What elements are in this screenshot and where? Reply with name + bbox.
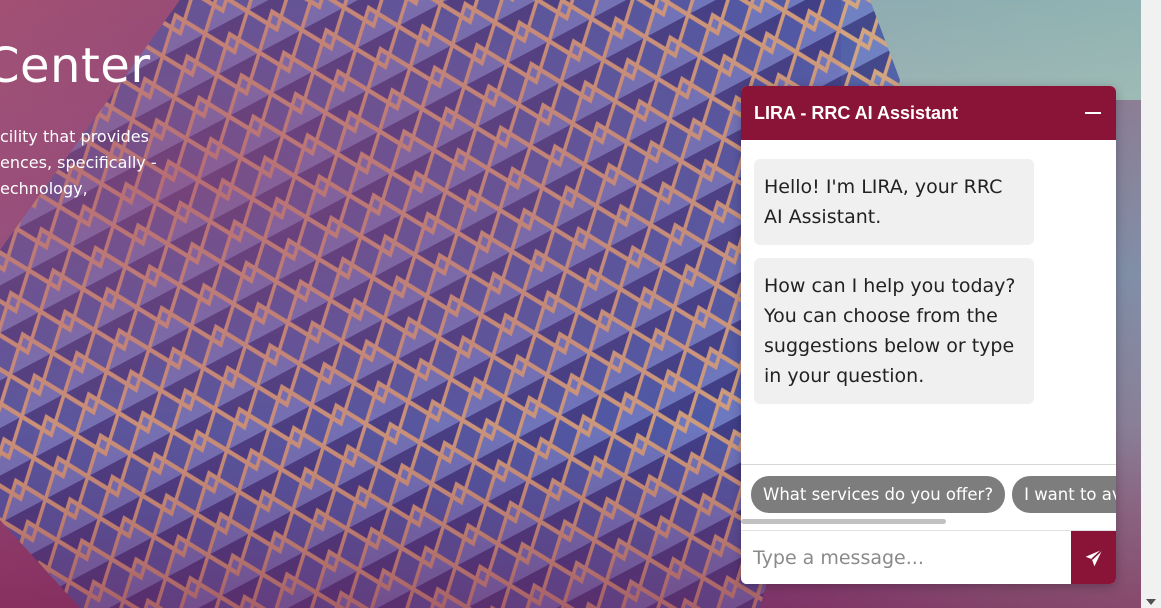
chat-widget: LIRA - RRC AI Assistant Hello! I'm LIRA,…	[741, 86, 1116, 584]
message-input[interactable]	[741, 531, 1071, 584]
hero-line: ences, specifically -	[0, 153, 157, 172]
hero-line: cility that provides	[0, 127, 149, 146]
suggestion-list: What services do you offer?I want to ava…	[751, 476, 1116, 513]
chat-title: LIRA - RRC AI Assistant	[754, 102, 959, 123]
chat-header: LIRA - RRC AI Assistant	[741, 86, 1116, 140]
suggestion-chip[interactable]: I want to avai	[1012, 476, 1116, 513]
chat-messages[interactable]: Hello! I'm LIRA, your RRC AI Assistant. …	[741, 140, 1116, 464]
hero-description: cility that provides ences, specifically…	[0, 124, 170, 202]
scroll-down-arrow-icon[interactable]	[1146, 599, 1156, 605]
send-button[interactable]	[1071, 531, 1116, 584]
message-composer	[741, 530, 1116, 584]
hero-title: Center	[0, 38, 151, 94]
page-scrollbar[interactable]	[1141, 0, 1161, 608]
send-icon	[1085, 548, 1103, 566]
suggestion-chip[interactable]: What services do you offer?	[751, 476, 1006, 513]
suggestion-bar: What services do you offer?I want to ava…	[741, 464, 1116, 524]
minimize-icon[interactable]	[1082, 102, 1104, 124]
hero-line: echnology,	[0, 179, 88, 198]
bot-message: How can I help you today? You can choose…	[754, 258, 1034, 404]
suggestion-scrollbar[interactable]	[741, 519, 946, 524]
bot-message: Hello! I'm LIRA, your RRC AI Assistant.	[754, 159, 1034, 245]
